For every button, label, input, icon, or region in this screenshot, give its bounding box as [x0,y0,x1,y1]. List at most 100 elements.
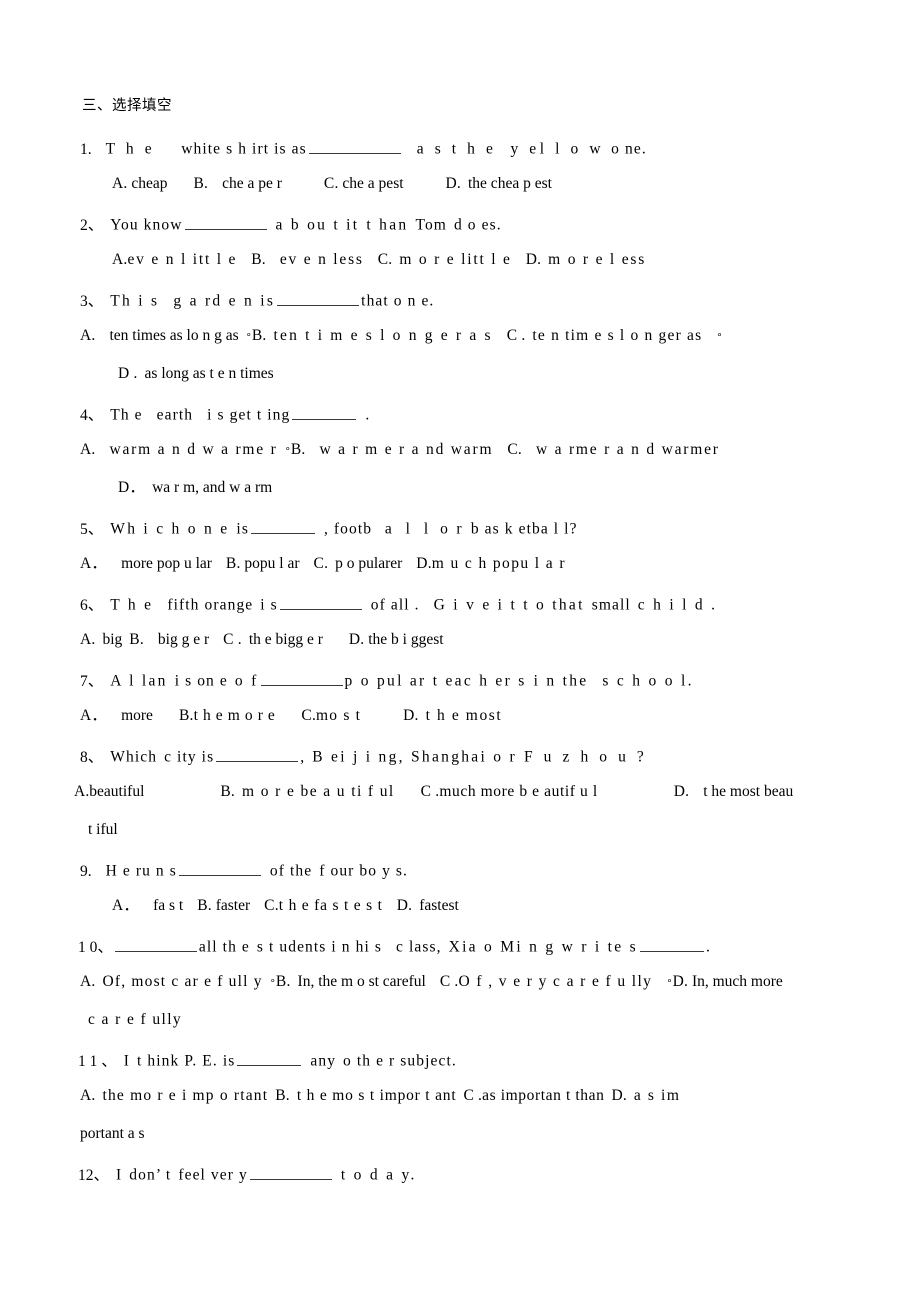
question-number: 7、 [80,672,104,690]
option-a-label: A． [112,897,140,914]
section-heading: 三、选择填空 [82,98,172,114]
option-d-label: D. [445,175,461,192]
option-c-text: much more b e autif u l [439,783,598,800]
option-a-text: more pop u lar [121,555,212,572]
option-b-text: t h e m o r e [193,707,276,724]
answer-blank[interactable] [277,290,360,306]
option-b-text: big g e r [157,631,210,648]
question-number: 4、 [80,406,104,424]
option-b-label: B. [275,1087,290,1104]
option-d-label: D． [118,479,146,496]
answer-blank[interactable] [249,1164,332,1180]
answer-blank[interactable] [292,404,357,420]
question-3-options-line-2: D . as long as t e n times [118,366,274,382]
option-b-label: B. [197,897,212,914]
question-number: 9. [80,862,92,880]
question-9-options: A． fa s t B. faster C.t h e fa s t e s t D. f… [112,898,459,914]
option-b-label: B. [193,175,209,192]
option-b-text: ten t i m e s l o n g e r a s [273,327,493,344]
answer-blank[interactable] [639,936,704,952]
question-number: 12、 [78,1166,110,1184]
option-d-text: as long as t e n times [144,365,274,382]
option-c-text: che a pest [342,175,404,192]
option-b-label: B. [225,555,241,572]
option-c-text: t h e fa s t e s t [278,897,383,914]
option-a-label: A. [112,175,128,192]
option-c-label: C . [439,973,459,990]
option-c-label: C. [323,175,339,192]
option-d-text: m o r e l ess [548,251,647,268]
question-3-stem: 3、 Th i sg a rd e n is that o n e. [80,290,434,309]
dot-mark: ∘ [716,330,723,342]
option-c-text: mo s t [316,707,362,724]
question-12-stem: 12、 Idon’ t feel ver yt o d a y. [78,1164,417,1183]
option-d-continuation: c a r e f ully [88,1011,183,1028]
question-4-stem: 4、 Th e earth i s get t ing. [80,404,369,423]
option-c-label: C. [301,707,317,724]
option-b-label: B. [290,441,306,458]
option-a-text: ten times as lo n g as [109,327,239,344]
question-6-options: A. big B. big g e r C . th e bigg e r D. the b… [80,632,444,648]
option-a-text: cheap [131,175,168,192]
question-5-stem: 5、 Wh i c h o n e is, footb a l lo rb as k… [80,518,578,537]
option-c-label: C. [264,897,279,914]
answer-blank[interactable] [279,594,362,610]
question-2-options: A.ev e n l itt l e B. ev e n less C. m o r e… [112,252,646,268]
option-c-label: C. [507,441,522,458]
option-c-text: w a rme r a n d warmer [535,441,720,458]
option-a-text: Of, most c ar e f ull y [102,973,263,990]
option-b-text: ev e n less [279,251,364,268]
answer-blank[interactable] [260,670,343,686]
question-2-stem: 2、 You know a b ou t it t han Tom d o es. [80,214,502,233]
option-a-label: A. [80,441,96,458]
question-number: 1 0、 [78,938,113,956]
option-a-text: big [102,631,123,648]
option-a-text: ev e n l itt l e [127,251,238,268]
question-number: 1 1 、 [78,1052,117,1070]
question-number: 1. [80,140,92,158]
option-d-partial: t he most beau [703,783,794,800]
option-c-label: C . [463,1087,483,1104]
question-4-options-line-1: A. warm a n d w a rme r ∘B. w a r m e r a n… [80,442,720,458]
option-c-text: p o pularer [335,555,403,572]
answer-blank[interactable] [308,138,401,154]
question-11-options-line-2: portant a s [80,1126,145,1142]
question-8-options-line-1: A.beautiful B. m o r e be a u ti f ul C .mu… [74,784,793,800]
option-d-partial: In, much more [691,973,783,990]
answer-blank[interactable] [237,1050,302,1066]
option-c-label: C. [313,555,329,572]
option-d-continuation: t iful [88,821,118,838]
option-d-label: D. [672,973,689,990]
option-d-label: D. [673,783,690,800]
option-c-label: C . [506,327,526,344]
option-d-label: D. [348,631,365,648]
question-11-stem: 1 1 、 It hink P. E. is any o th e r subject… [78,1050,457,1069]
option-a-label: A. [80,973,96,990]
option-a-text: warm a n d w a rme r [109,441,278,458]
option-c-label: C. [377,251,393,268]
answer-blank[interactable] [184,214,267,230]
answer-blank[interactable] [114,936,197,952]
question-4-options-line-2: D． wa r m, and w a rm [118,480,272,496]
option-d-label: D . [118,365,138,382]
option-b-text: popu l ar [244,555,300,572]
option-b-text: t h e mo s t impor t ant [296,1087,457,1104]
option-b-text: faster [215,897,251,914]
option-b-text: m o r e be a u ti f ul [242,783,395,800]
option-a-label: A． [80,555,108,572]
option-a-text: more [121,707,153,724]
question-7-stem: 7、 A l lan i s on eo fp o pul ar t eac h e… [80,670,694,689]
answer-blank[interactable] [216,746,299,762]
question-number: 3、 [80,292,104,310]
option-b-text: w a r m e r a nd warm [319,441,494,458]
question-6-stem: 6、 T h e fifth orange i s of all .G i v e i … [80,594,717,613]
answer-blank[interactable] [178,860,261,876]
question-10-options-line-2: c a r e f ully [88,1012,182,1028]
answer-blank[interactable] [250,518,315,534]
option-d-text: t h e most [425,707,503,724]
option-a-text: fa s t [153,897,184,914]
option-c-label: C . [223,631,242,648]
option-d-label: D. [525,251,542,268]
option-d-partial: a s im [633,1087,681,1104]
option-d-text: the chea p est [468,175,552,192]
